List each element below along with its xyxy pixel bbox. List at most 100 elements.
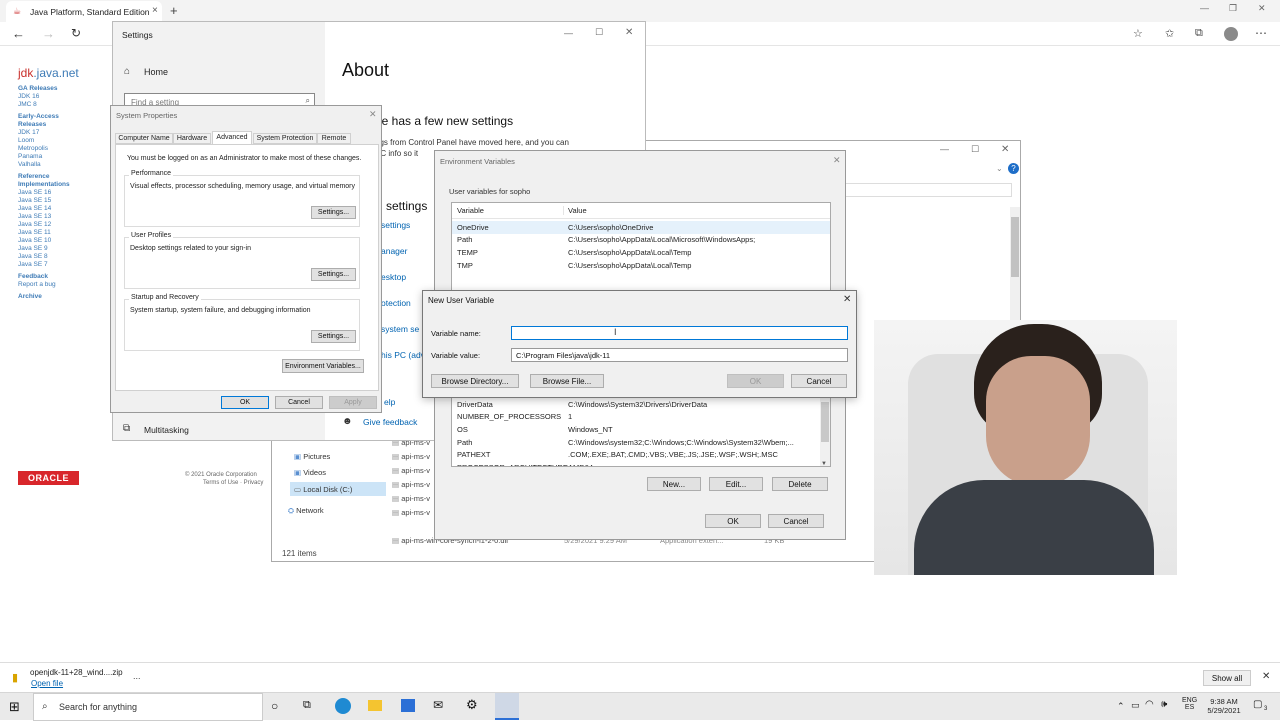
jdk-sidebar-link[interactable]: Java SE 8 bbox=[18, 253, 98, 261]
open-file-link[interactable]: Open file bbox=[31, 679, 63, 688]
volume-icon[interactable]: 🕪 bbox=[1161, 699, 1167, 710]
browse-file-button[interactable]: Browse File... bbox=[530, 374, 604, 388]
nav-item-videos[interactable]: ▣ Videos bbox=[294, 468, 326, 477]
explorer-search-box[interactable] bbox=[844, 183, 1012, 197]
mail-icon[interactable]: ✉ bbox=[433, 698, 443, 712]
table-row[interactable]: DriverData C:\Windows\System32\Drivers\Dr… bbox=[452, 398, 830, 411]
env-close-icon[interactable]: ✕ bbox=[833, 155, 841, 166]
tab-computer-name[interactable]: Computer Name bbox=[115, 133, 173, 144]
performance-settings-button[interactable]: Settings... bbox=[311, 206, 356, 219]
download-bar-close-icon[interactable]: ✕ bbox=[1262, 671, 1270, 682]
help-link[interactable]: elp bbox=[384, 397, 395, 407]
chevron-down-icon[interactable]: ⌄ bbox=[996, 164, 1003, 173]
jdk-sidebar-link[interactable]: Loom bbox=[18, 137, 98, 145]
jdk-sidebar-link[interactable]: Valhalla bbox=[18, 161, 98, 169]
newvar-close-icon[interactable]: ✕ bbox=[843, 294, 851, 305]
jdk-logo[interactable]: jdk.java.net bbox=[18, 66, 79, 80]
newvar-ok-button[interactable]: OK bbox=[727, 374, 784, 388]
system-delete-button[interactable]: Delete bbox=[772, 477, 828, 491]
env-ok-button[interactable]: OK bbox=[705, 514, 761, 528]
close-icon[interactable]: ✕ bbox=[1258, 3, 1266, 14]
nav-item-local-disk[interactable]: ▭ Local Disk (C:) bbox=[290, 482, 386, 496]
notification-icon[interactable]: ▢ bbox=[1253, 699, 1262, 710]
tab-remote[interactable]: Remote bbox=[317, 133, 351, 144]
edge-icon[interactable] bbox=[335, 698, 351, 714]
explorer-maximize-icon[interactable]: ☐ bbox=[971, 144, 979, 155]
show-all-button[interactable]: Show all bbox=[1203, 670, 1251, 686]
settings-home[interactable]: Home bbox=[144, 67, 168, 77]
windows-start-icon[interactable]: ⊞ bbox=[9, 699, 20, 715]
table-row[interactable]: OS Windows_NT bbox=[452, 423, 830, 436]
nav-item-network[interactable]: ⛭ Network bbox=[288, 506, 324, 516]
table-row[interactable]: TEMP C:\Users\sopho\AppData\Local\Temp bbox=[452, 246, 830, 259]
sysprops-close-icon[interactable]: ✕ bbox=[369, 109, 377, 120]
minimize-icon[interactable]: — bbox=[1200, 3, 1209, 13]
jdk-sidebar-link[interactable]: JDK 17 bbox=[18, 129, 98, 137]
help-icon[interactable]: ? bbox=[1008, 163, 1019, 174]
download-filename[interactable]: openjdk-11+28_wind....zip bbox=[30, 668, 123, 677]
settings-minimize-icon[interactable]: — bbox=[564, 28, 573, 38]
table-row[interactable]: PATHEXT .COM;.EXE;.BAT;.CMD;.VBS;.VBE;.JS… bbox=[452, 448, 830, 461]
back-icon[interactable]: ← bbox=[12, 26, 25, 41]
sysprops-apply-button[interactable]: Apply bbox=[329, 396, 377, 409]
cortana-icon[interactable]: ○ bbox=[271, 699, 278, 713]
settings-maximize-icon[interactable]: ☐ bbox=[595, 27, 603, 38]
newvar-cancel-button[interactable]: Cancel bbox=[791, 374, 847, 388]
task-view-icon[interactable]: ⧉ bbox=[303, 699, 311, 712]
related-setting-link[interactable]: settings bbox=[381, 220, 441, 246]
browser-tab[interactable]: ☕ Java Platform, Standard Edition × bbox=[6, 1, 162, 22]
jdk-sidebar-link[interactable]: Panama bbox=[18, 153, 98, 161]
nav-item-pictures[interactable]: ▣ Pictures bbox=[294, 452, 330, 461]
sysprops-cancel-button[interactable]: Cancel bbox=[275, 396, 323, 409]
jdk-sidebar-link[interactable]: Java SE 15 bbox=[18, 197, 98, 205]
user-profiles-settings-button[interactable]: Settings... bbox=[311, 268, 356, 281]
tab-system-protection[interactable]: System Protection bbox=[253, 133, 317, 144]
file-row[interactable]: ▤ api-ms-v bbox=[392, 466, 432, 480]
language-indicator[interactable]: ENG ES bbox=[1182, 697, 1197, 711]
tab-close-icon[interactable]: × bbox=[152, 5, 158, 16]
startup-settings-button[interactable]: Settings... bbox=[311, 330, 356, 343]
file-explorer-icon[interactable] bbox=[368, 700, 382, 711]
favorite-icon[interactable]: ☆ bbox=[1133, 27, 1143, 40]
oracle-logo[interactable]: ORACLE bbox=[18, 471, 79, 485]
settings-item-multitasking[interactable]: Multitasking bbox=[144, 425, 189, 435]
maximize-icon[interactable]: ❐ bbox=[1229, 3, 1237, 14]
table-row[interactable]: OneDrive C:\Users\sopho\OneDrive bbox=[452, 221, 830, 234]
table-row[interactable]: TMP C:\Users\sopho\AppData\Local\Temp bbox=[452, 259, 830, 272]
file-row[interactable]: ▤ api-ms-v bbox=[392, 480, 432, 494]
tab-hardware[interactable]: Hardware bbox=[173, 133, 211, 144]
jdk-sidebar-link[interactable]: JDK 16 bbox=[18, 93, 98, 101]
jdk-sidebar-link[interactable]: Java SE 7 bbox=[18, 261, 98, 269]
terms-link[interactable]: Terms of Use · Privacy bbox=[203, 480, 263, 486]
file-row[interactable]: ▤ api-ms-v bbox=[392, 494, 432, 508]
jdk-sidebar-link[interactable]: Java SE 13 bbox=[18, 213, 98, 221]
download-more-icon[interactable]: ... bbox=[133, 671, 141, 681]
sysprops-ok-button[interactable]: OK bbox=[221, 396, 269, 409]
refresh-icon[interactable]: ↻ bbox=[71, 26, 81, 40]
jdk-sidebar-link[interactable]: Metropolis bbox=[18, 145, 98, 153]
clock[interactable]: 9:38 AM 5/29/2021 bbox=[1205, 697, 1243, 715]
jdk-sidebar-link[interactable]: Java SE 16 bbox=[18, 189, 98, 197]
file-row[interactable]: ▤ api-ms-v bbox=[392, 508, 432, 522]
collections-icon[interactable]: ⧉ bbox=[1195, 27, 1203, 40]
file-row[interactable]: ▤ api-ms-v bbox=[392, 452, 432, 466]
taskbar-search[interactable]: ⌕ Search for anything bbox=[33, 693, 263, 721]
jdk-sidebar-link[interactable]: Java SE 11 bbox=[18, 229, 98, 237]
explorer-minimize-icon[interactable]: — bbox=[940, 144, 949, 154]
jdk-sidebar-link[interactable]: JMC 8 bbox=[18, 101, 98, 109]
more-icon[interactable]: ⋯ bbox=[1255, 26, 1267, 40]
network-icon[interactable]: ▭ bbox=[1131, 700, 1140, 711]
variable-value-input[interactable]: C:\Program Files\java\jdk-11 bbox=[511, 348, 848, 362]
wifi-icon[interactable]: ◠ bbox=[1145, 699, 1154, 710]
settings-gear-icon[interactable]: ⚙ bbox=[466, 697, 478, 713]
jdk-sidebar-link[interactable]: Report a bug bbox=[18, 281, 98, 289]
env-cancel-button[interactable]: Cancel bbox=[768, 514, 824, 528]
table-row[interactable]: Path C:\Users\sopho\AppData\Local\Microso… bbox=[452, 234, 830, 247]
explorer-close-icon[interactable]: ✕ bbox=[1001, 144, 1009, 155]
jdk-sidebar-link[interactable]: Java SE 9 bbox=[18, 245, 98, 253]
system-new-button[interactable]: New... bbox=[647, 477, 701, 491]
environment-variables-button[interactable]: Environment Variables... bbox=[282, 359, 364, 373]
settings-close-icon[interactable]: ✕ bbox=[625, 27, 633, 38]
related-setting-link[interactable]: anager bbox=[381, 246, 441, 272]
jdk-sidebar-link[interactable]: Java SE 12 bbox=[18, 221, 98, 229]
